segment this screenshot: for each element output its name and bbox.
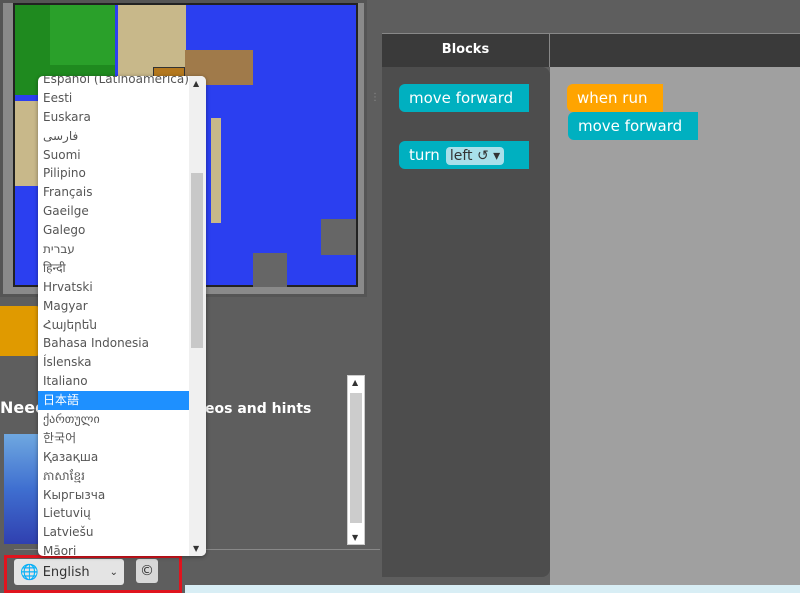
run-button[interactable]	[0, 306, 40, 356]
sand-tile	[211, 118, 221, 223]
toolbox-turn-block[interactable]: turn left ↺ ▾	[399, 141, 529, 169]
globe-icon: 🌐	[20, 563, 39, 581]
language-option[interactable]: Français	[38, 183, 189, 202]
copyright-button[interactable]: ©	[136, 559, 158, 583]
help-scrollbar[interactable]: ▲ ▼	[347, 375, 365, 545]
language-option[interactable]: Հայերեն	[38, 316, 189, 335]
dropdown-scrollbar[interactable]: ▲ ▼	[189, 76, 206, 556]
chevron-down-icon: ⌄	[109, 566, 118, 578]
help-subtitle: eos and hints	[205, 401, 312, 417]
language-option[interactable]: Eesti	[38, 89, 189, 108]
direction-dropdown[interactable]: left ↺ ▾	[445, 147, 505, 165]
rock-tile	[321, 219, 356, 255]
language-label: English	[42, 564, 90, 580]
toolbox: move forward turn left ↺ ▾	[382, 67, 550, 577]
language-option[interactable]: Lietuvių	[38, 504, 189, 523]
video-thumbnail[interactable]	[4, 434, 40, 544]
language-option[interactable]: Íslenska	[38, 353, 189, 372]
language-option[interactable]: ქართული	[38, 410, 189, 429]
language-option[interactable]: Galego	[38, 221, 189, 240]
language-option[interactable]: 日本語	[38, 391, 189, 411]
bottom-strip	[185, 585, 800, 593]
language-option[interactable]: Māori	[38, 542, 189, 556]
language-option[interactable]: Кыргызча	[38, 486, 189, 505]
language-dropdown-list[interactable]: Español (Latinoamérica) Eesti Euskara فارسی…	[38, 76, 206, 556]
language-select[interactable]: 🌐 English ⌄	[14, 559, 124, 585]
turn-label: turn	[409, 146, 440, 164]
move-forward-block[interactable]: move forward	[568, 112, 698, 140]
language-option[interactable]: ភាសាខ្មែរ	[38, 467, 189, 486]
language-option[interactable]: Latviešu	[38, 523, 189, 542]
language-option[interactable]: فارسی	[38, 127, 189, 146]
language-option[interactable]: 한국어	[38, 429, 189, 448]
resize-handle[interactable]: ⋮	[370, 93, 380, 115]
toolbox-move-forward-block[interactable]: move forward	[399, 84, 529, 112]
language-option[interactable]: Magyar	[38, 297, 189, 316]
language-option[interactable]: Hrvatski	[38, 278, 189, 297]
language-option[interactable]: Қазақша	[38, 448, 189, 467]
direction-value: left ↺	[449, 148, 489, 164]
workspace-canvas[interactable]: when run move forward	[550, 67, 800, 585]
rock-tile	[253, 253, 287, 287]
language-option[interactable]: Pilipino	[38, 164, 189, 183]
language-option[interactable]: Bahasa Indonesia	[38, 334, 189, 353]
tab-blocks[interactable]: Blocks	[382, 33, 550, 67]
when-run-block[interactable]: when run	[567, 84, 663, 112]
grass-tile	[50, 5, 115, 65]
language-option[interactable]: हिन्दी	[38, 259, 189, 278]
language-option[interactable]: Suomi	[38, 146, 189, 165]
language-option[interactable]: Español (Latinoamérica)	[38, 76, 189, 89]
language-option[interactable]: Gaeilge	[38, 202, 189, 221]
language-option[interactable]: Italiano	[38, 372, 189, 391]
language-option[interactable]: Euskara	[38, 108, 189, 127]
language-option[interactable]: עברית	[38, 240, 189, 259]
